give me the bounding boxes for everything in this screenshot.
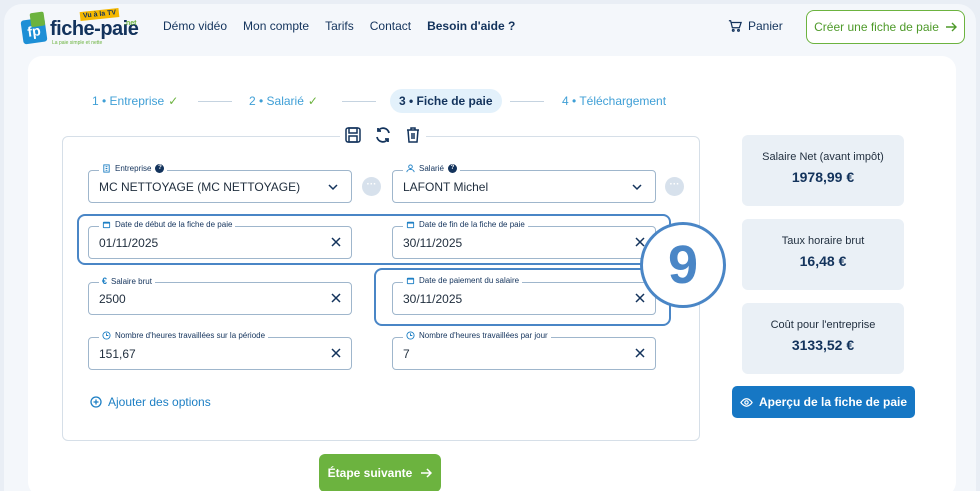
close-icon[interactable] <box>329 346 343 360</box>
arrow-right-icon <box>945 22 957 32</box>
refresh-icon[interactable] <box>374 126 392 144</box>
clock-icon <box>406 331 415 340</box>
step-fiche-de-paie[interactable]: 3 • Fiche de paie <box>390 89 502 113</box>
plus-circle-icon <box>90 396 102 408</box>
heures-periode-label-wrap: Nombre d'heures travaillées sur la pério… <box>99 331 269 340</box>
step-divider <box>198 101 232 102</box>
taux-value: 16,48 € <box>799 253 847 269</box>
salarie-label-wrap: Salarié ? <box>403 164 460 173</box>
preview-payslip-button[interactable]: Aperçu de la fiche de paie <box>732 386 915 418</box>
info-icon[interactable]: ? <box>155 164 165 173</box>
step-salarie[interactable]: 2 • Salarié ✓ <box>249 89 318 113</box>
step-label: 2 • Salarié <box>249 94 304 108</box>
clock-icon <box>102 331 111 340</box>
nav-tarifs[interactable]: Tarifs <box>325 19 354 33</box>
heures-jour-label: Nombre d'heures travaillées par jour <box>419 331 548 340</box>
nav-demo-video[interactable]: Démo vidéo <box>163 19 227 33</box>
close-icon[interactable] <box>329 291 343 305</box>
salaire-brut-field[interactable]: € Salaire brut 2500 <box>88 276 352 315</box>
salarie-more-button[interactable]: ··· <box>665 177 684 196</box>
arrow-right-icon <box>421 468 433 478</box>
summary-net: Salaire Net (avant impôt) 1978,99 € <box>742 135 904 206</box>
chevron-down-icon <box>632 184 642 191</box>
next-step-button[interactable]: Étape suivante <box>319 454 441 491</box>
salarie-select[interactable]: Salarié ? LAFONT Michel <box>392 164 656 203</box>
stepper: 1 • Entreprise ✓ 2 • Salarié ✓ 3 • Fiche d… <box>92 89 712 113</box>
check-icon: ✓ <box>168 94 179 108</box>
logo-tagline: La paie simple et nette <box>52 40 103 46</box>
cart-link[interactable]: Panier <box>728 19 783 33</box>
site-header: fp Vu à la TV fiche-paie .net La paie si… <box>4 4 976 52</box>
step-label: 3 • Fiche de paie <box>399 94 493 108</box>
cout-label: Coût pour l'entreprise <box>770 319 876 331</box>
summary-taux: Taux horaire brut 16,48 € <box>742 219 904 290</box>
entreprise-more-button[interactable]: ··· <box>362 177 381 196</box>
step-label: 1 • Entreprise <box>92 94 165 108</box>
cout-value: 3133,52 € <box>791 337 855 353</box>
taux-label: Taux horaire brut <box>781 235 865 247</box>
logo-mark: fp <box>20 17 48 45</box>
salaire-brut-label-wrap: € Salaire brut <box>99 276 155 286</box>
heures-jour-field[interactable]: Nombre d'heures travaillées par jour 7 <box>392 331 656 370</box>
create-payslip-label: Créer une fiche de paie <box>814 20 939 34</box>
heures-jour-value: 7 <box>403 347 410 361</box>
form-toolbar <box>340 126 426 144</box>
app-frame: fp Vu à la TV fiche-paie .net La paie si… <box>4 4 976 491</box>
preview-label: Aperçu de la fiche de paie <box>758 395 908 409</box>
add-options-label: Ajouter des options <box>108 395 211 409</box>
salarie-value: LAFONT Michel <box>403 180 489 194</box>
main-nav: Démo vidéo Mon compte Tarifs Contact Bes… <box>163 19 531 33</box>
chevron-down-icon <box>328 184 338 191</box>
cart-label: Panier <box>748 19 783 33</box>
eye-icon <box>740 397 753 407</box>
step-divider <box>342 101 376 102</box>
entreprise-label: Entreprise <box>115 164 152 173</box>
info-icon[interactable]: ? <box>447 164 457 173</box>
next-step-label: Étape suivante <box>327 466 413 480</box>
logo-suffix: .net <box>124 20 137 27</box>
salarie-label: Salarié <box>419 164 444 173</box>
salaire-brut-label: Salaire brut <box>111 276 152 286</box>
highlight-date-paiement <box>374 268 671 326</box>
heures-periode-field[interactable]: Nombre d'heures travaillées sur la pério… <box>88 331 352 370</box>
create-payslip-button[interactable]: Créer une fiche de paie <box>806 10 965 44</box>
heures-jour-label-wrap: Nombre d'heures travaillées par jour <box>403 331 551 340</box>
logo[interactable]: fp Vu à la TV fiche-paie .net La paie si… <box>20 7 140 50</box>
entreprise-label-wrap: Entreprise ? <box>99 164 168 173</box>
step-number-badge: 9 <box>640 222 726 308</box>
net-label: Salaire Net (avant impôt) <box>762 151 884 163</box>
summary-cout: Coût pour l'entreprise 3133,52 € <box>742 303 904 374</box>
building-icon <box>103 164 110 173</box>
heures-periode-label: Nombre d'heures travaillées sur la pério… <box>115 331 266 340</box>
add-options-link[interactable]: Ajouter des options <box>90 395 211 409</box>
check-icon: ✓ <box>307 94 318 108</box>
cart-icon <box>728 20 742 32</box>
step-divider <box>510 101 544 102</box>
salaire-brut-value: 2500 <box>99 292 126 306</box>
nav-besoin-aide[interactable]: Besoin d'aide ? <box>427 19 515 33</box>
close-icon[interactable] <box>633 346 647 360</box>
entreprise-select[interactable]: Entreprise ? MC NETTOYAGE (MC NETTOYAGE) <box>88 164 352 203</box>
highlight-dates-row <box>77 214 671 265</box>
nav-mon-compte[interactable]: Mon compte <box>243 19 309 33</box>
euro-icon: € <box>102 276 108 286</box>
step-label: 4 • Téléchargement <box>562 94 667 108</box>
net-value: 1978,99 € <box>791 169 855 185</box>
step-entreprise[interactable]: 1 • Entreprise ✓ <box>92 89 178 113</box>
entreprise-value: MC NETTOYAGE (MC NETTOYAGE) <box>99 180 301 194</box>
user-icon <box>406 164 415 173</box>
save-icon[interactable] <box>344 126 362 144</box>
trash-icon[interactable] <box>404 126 422 144</box>
step-telechargement[interactable]: 4 • Téléchargement <box>562 89 666 113</box>
nav-contact[interactable]: Contact <box>370 19 411 33</box>
heures-periode-value: 151,67 <box>99 347 136 361</box>
main-card: 1 • Entreprise ✓ 2 • Salarié ✓ 3 • Fiche d… <box>28 56 956 491</box>
